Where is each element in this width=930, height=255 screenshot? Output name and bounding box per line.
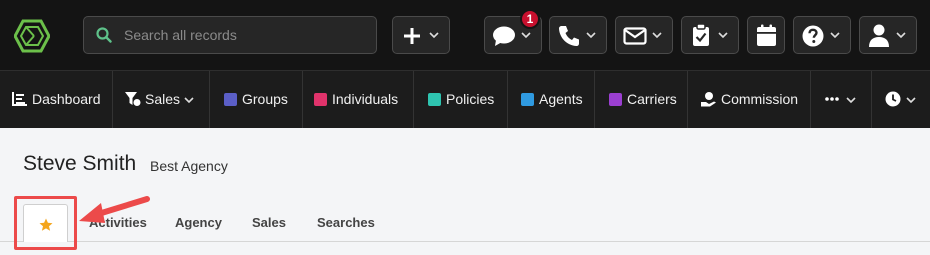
filter-dollar-icon bbox=[125, 92, 141, 107]
nav-item-commission[interactable]: Commission bbox=[688, 71, 811, 128]
nav-history-button[interactable] bbox=[872, 71, 930, 128]
chat-icon bbox=[493, 26, 515, 46]
chevron-down-icon bbox=[184, 97, 194, 104]
ellipsis-icon bbox=[825, 97, 839, 101]
chevron-down-icon bbox=[830, 32, 840, 39]
tab-divider bbox=[0, 241, 930, 242]
chevron-down-icon bbox=[429, 32, 439, 39]
carriers-color-icon bbox=[609, 93, 622, 106]
nav-label: Groups bbox=[242, 91, 288, 107]
calendar-icon bbox=[757, 24, 776, 46]
nav-item-policies[interactable]: Policies bbox=[414, 71, 508, 128]
logo-hexagon-icon[interactable] bbox=[14, 19, 50, 53]
chevron-down-icon bbox=[652, 32, 662, 39]
calendar-button[interactable] bbox=[747, 16, 785, 54]
clipboard-check-icon bbox=[693, 23, 709, 46]
nav-item-sales[interactable]: Sales bbox=[113, 71, 210, 128]
main-nav: Dashboard Sales Groups Individuals Polic… bbox=[0, 70, 930, 128]
nav-label: Individuals bbox=[332, 91, 399, 107]
tab-sales[interactable]: Sales bbox=[252, 215, 286, 230]
search-input[interactable]: Search all records bbox=[124, 27, 237, 43]
record-name: Steve Smith bbox=[23, 152, 137, 175]
clock-icon bbox=[885, 91, 901, 107]
nav-label: Policies bbox=[446, 91, 495, 107]
individuals-color-icon bbox=[314, 93, 327, 106]
nav-more-button[interactable] bbox=[811, 71, 872, 128]
plus-icon bbox=[404, 28, 420, 44]
help-icon bbox=[802, 25, 824, 47]
mail-button[interactable] bbox=[615, 16, 673, 54]
search-box[interactable]: Search all records bbox=[83, 16, 377, 54]
user-icon bbox=[869, 24, 889, 47]
chevron-down-icon bbox=[521, 32, 531, 39]
policies-color-icon bbox=[428, 93, 441, 106]
chevron-down-icon bbox=[586, 32, 596, 39]
nav-label: Dashboard bbox=[32, 91, 101, 107]
record-agency: Best Agency bbox=[150, 158, 228, 174]
groups-color-icon bbox=[224, 93, 237, 106]
nav-item-individuals[interactable]: Individuals bbox=[303, 71, 414, 128]
nav-item-carriers[interactable]: Carriers bbox=[595, 71, 688, 128]
dashboard-chart-icon bbox=[12, 92, 27, 106]
chevron-down-icon bbox=[846, 97, 856, 104]
highlight-box bbox=[14, 196, 77, 250]
mail-icon bbox=[623, 27, 647, 45]
tab-searches[interactable]: Searches bbox=[317, 215, 375, 230]
nav-item-groups[interactable]: Groups bbox=[210, 71, 303, 128]
create-new-button[interactable] bbox=[392, 16, 450, 54]
tab-agency[interactable]: Agency bbox=[175, 215, 222, 230]
notification-badge: 1 bbox=[520, 9, 540, 29]
chevron-down-icon bbox=[718, 32, 728, 39]
tasks-button[interactable] bbox=[681, 16, 739, 54]
top-header: Search all records 1 bbox=[0, 0, 930, 70]
phone-button[interactable] bbox=[549, 16, 607, 54]
user-menu-button[interactable] bbox=[859, 16, 917, 54]
nav-item-dashboard[interactable]: Dashboard bbox=[0, 71, 113, 128]
chevron-down-icon bbox=[896, 32, 906, 39]
nav-item-agents[interactable]: Agents bbox=[508, 71, 595, 128]
phone-icon bbox=[559, 26, 579, 46]
nav-label: Agents bbox=[539, 91, 583, 107]
hand-money-icon bbox=[701, 92, 716, 107]
nav-label: Carriers bbox=[627, 91, 677, 107]
chevron-down-icon bbox=[906, 97, 916, 104]
arrow-annotation-icon bbox=[79, 196, 150, 223]
search-icon bbox=[96, 27, 112, 43]
nav-label: Sales bbox=[145, 91, 181, 107]
agents-color-icon bbox=[521, 93, 534, 106]
nav-label: Commission bbox=[721, 91, 799, 107]
help-button[interactable] bbox=[793, 16, 851, 54]
